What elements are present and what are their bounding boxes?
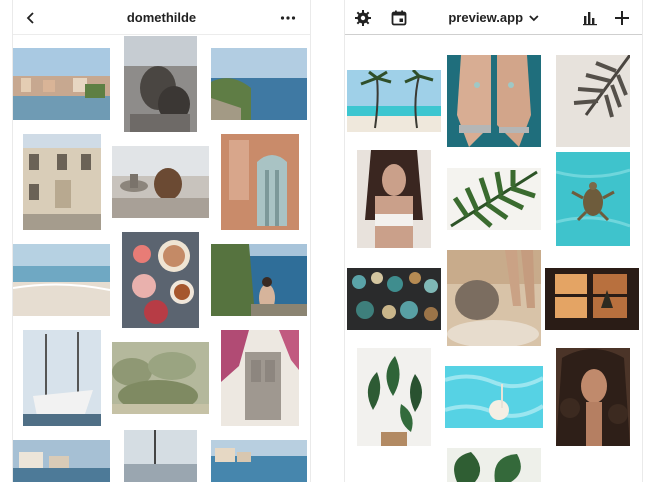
photo-grey-door[interactable] — [221, 330, 299, 426]
right-phone-screen: preview.app — [344, 0, 643, 482]
calendar-icon — [391, 10, 407, 26]
photo-monstera-leaves[interactable] — [447, 448, 541, 482]
photo-pink-door[interactable] — [221, 134, 299, 230]
add-post-button[interactable] — [610, 6, 634, 30]
photo-coast-view[interactable] — [211, 48, 307, 120]
photo-fountain[interactable] — [112, 146, 209, 218]
photo-sunset-window[interactable] — [545, 268, 639, 330]
photo-bay-view[interactable] — [211, 440, 307, 482]
photo-palm-leaf[interactable] — [447, 168, 541, 230]
bar-chart-icon — [583, 12, 597, 26]
left-header: domethilde — [13, 0, 310, 35]
account-name: preview.app — [448, 10, 524, 25]
chevron-down-icon — [529, 15, 539, 22]
photo-potted-plant[interactable] — [357, 348, 431, 446]
photo-woman-swimwear[interactable] — [357, 150, 431, 248]
photo-jewelry-stones[interactable] — [347, 268, 441, 330]
photo-boat-deck[interactable] — [124, 430, 197, 482]
photo-palm-beach[interactable] — [347, 70, 441, 132]
photo-bronze-statue[interactable] — [124, 36, 197, 132]
photo-beach[interactable] — [13, 244, 110, 316]
account-switcher[interactable]: preview.app — [448, 10, 539, 25]
chevron-left-icon — [26, 12, 34, 24]
photo-sailboats[interactable] — [23, 330, 101, 426]
gear-icon — [355, 10, 371, 26]
stats-button[interactable] — [578, 6, 602, 30]
photo-old-facade[interactable] — [23, 134, 101, 230]
left-phone-screen: domethilde — [12, 0, 311, 482]
settings-button[interactable] — [351, 6, 375, 30]
photo-breakfast[interactable] — [122, 232, 199, 328]
photo-seaside-village[interactable] — [13, 440, 110, 482]
back-button[interactable] — [19, 6, 43, 30]
photo-pool-coconut[interactable] — [445, 366, 543, 428]
photo-curly-hair-woman[interactable] — [556, 348, 630, 446]
photo-sea-turtle[interactable] — [556, 152, 630, 246]
more-horizontal-icon — [280, 16, 296, 20]
more-button[interactable] — [276, 6, 300, 30]
photo-woman-coast[interactable] — [211, 244, 307, 316]
photo-olive-grove[interactable] — [112, 342, 209, 414]
calendar-button[interactable] — [387, 6, 411, 30]
plus-icon — [615, 11, 629, 25]
photo-feet-coconut[interactable] — [447, 250, 541, 346]
photo-hands-rings[interactable] — [447, 55, 541, 147]
photo-palm-shadow[interactable] — [556, 55, 630, 147]
photo-harbor-town[interactable] — [13, 48, 110, 120]
right-header: preview.app — [345, 0, 642, 35]
profile-username: domethilde — [126, 10, 197, 25]
